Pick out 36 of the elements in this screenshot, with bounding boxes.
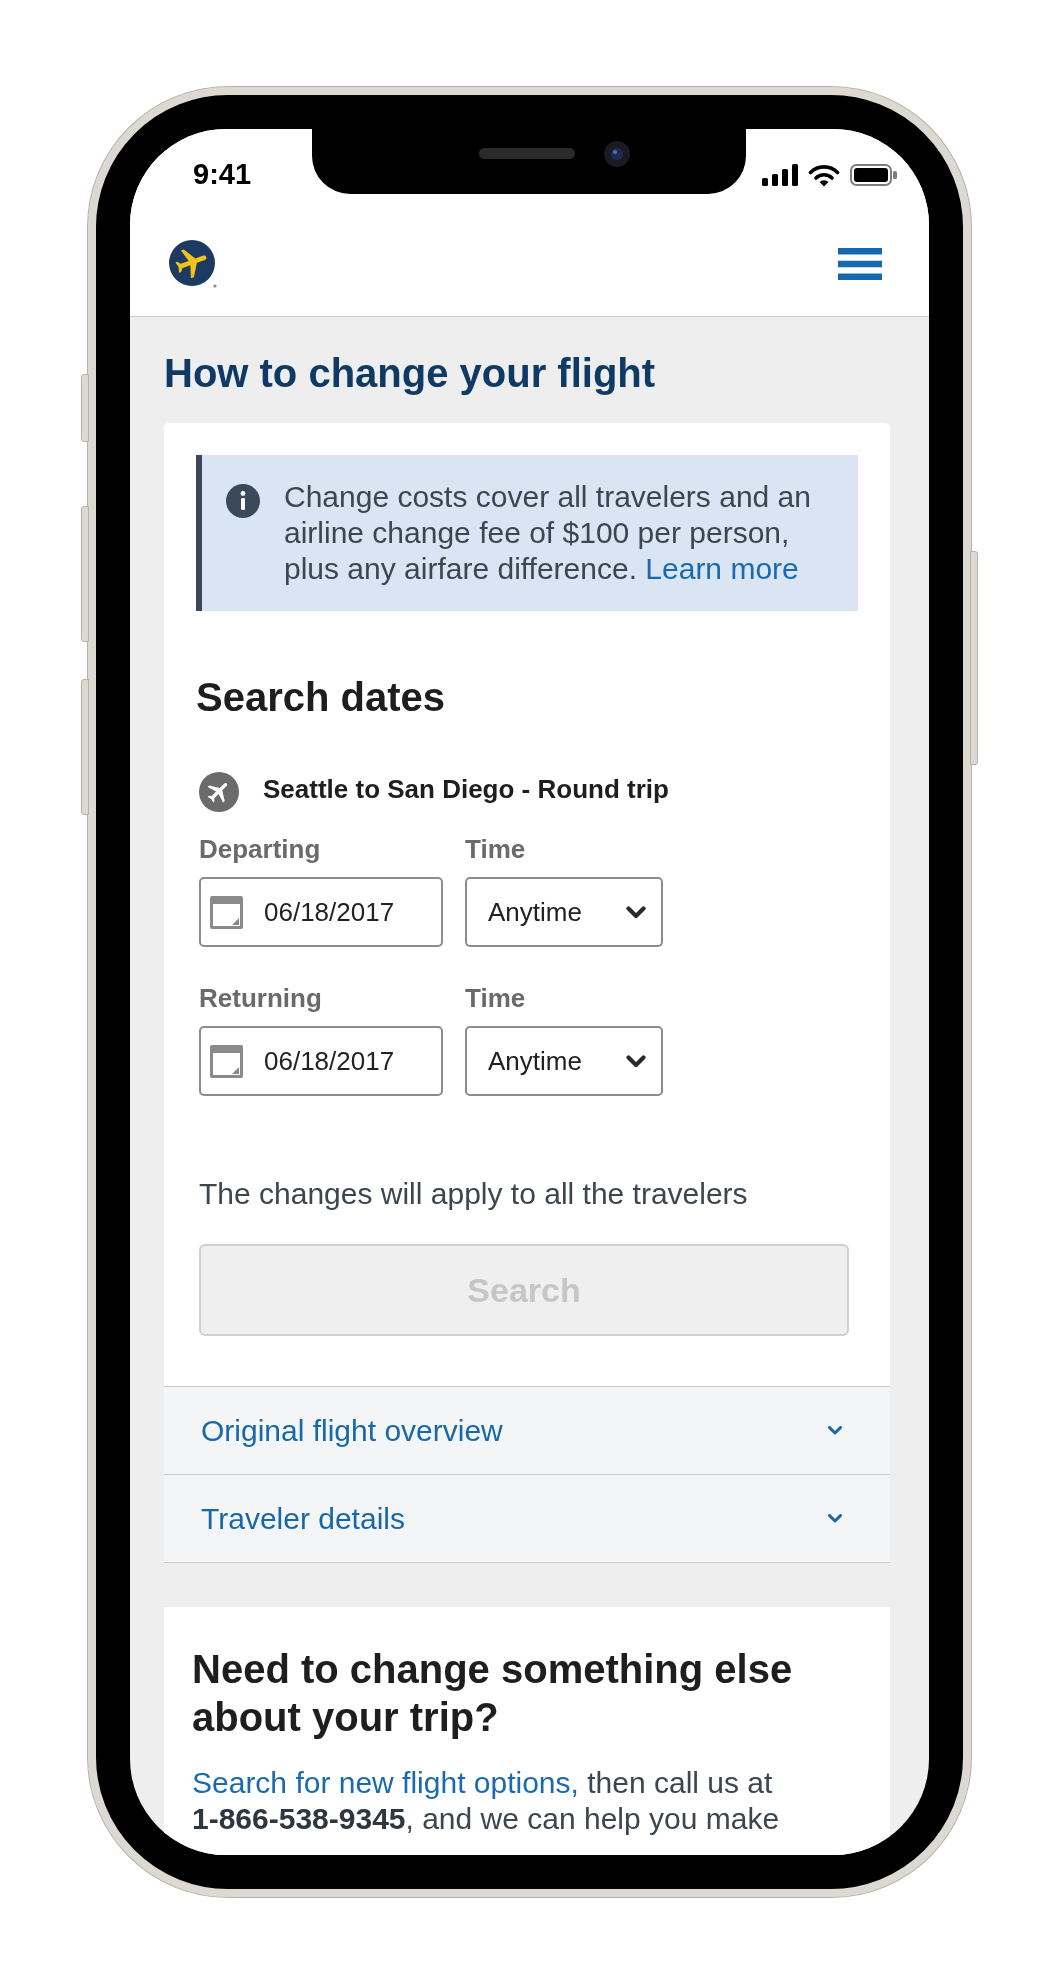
field-label: Departing bbox=[199, 834, 322, 864]
page-title: How to change your flight bbox=[164, 350, 657, 397]
trip-summary: Seattle to San Diego - Round trip bbox=[263, 773, 669, 805]
side-button[interactable] bbox=[81, 679, 89, 815]
date-field[interactable]: 06/18/2017 bbox=[199, 877, 443, 947]
help-heading: Need to change something else about your trip? bbox=[192, 1646, 794, 1741]
side-button[interactable] bbox=[81, 374, 89, 442]
signal-icon bbox=[762, 164, 798, 186]
time-select[interactable]: Anytime bbox=[465, 1026, 663, 1096]
chevron-down-icon bbox=[626, 1054, 646, 1068]
travelers-note: The changes will apply to all the travelers bbox=[199, 1176, 749, 1212]
camera-icon bbox=[604, 141, 630, 167]
chevron-down-icon bbox=[626, 905, 646, 919]
time-select[interactable]: Anytime bbox=[465, 877, 663, 947]
side-button[interactable] bbox=[970, 551, 978, 765]
field-label: Time bbox=[465, 834, 527, 864]
new-flight-search-link[interactable]: Search for new flight options, bbox=[192, 1766, 579, 1799]
section-toggle[interactable]: Original flight overview bbox=[164, 1386, 890, 1474]
calendar-icon bbox=[210, 1044, 243, 1078]
plane-logo-icon bbox=[168, 238, 218, 289]
section-toggle[interactable]: Traveler details bbox=[164, 1474, 890, 1563]
field-label: Time bbox=[465, 983, 527, 1013]
section-heading: Search dates bbox=[196, 674, 447, 721]
airplane-icon bbox=[199, 772, 239, 812]
battery-icon bbox=[850, 164, 897, 186]
help-text: Search for new flight options, then call us at 1-866-538-9345, and we can help you make bbox=[192, 1765, 781, 1837]
date-field[interactable]: 06/18/2017 bbox=[199, 1026, 443, 1096]
status-time: 9:41 bbox=[193, 157, 252, 193]
menu-icon[interactable] bbox=[838, 247, 882, 280]
learn-more-link[interactable]: Learn more bbox=[645, 552, 799, 585]
field-label: Returning bbox=[199, 983, 323, 1013]
calendar-icon bbox=[210, 895, 243, 929]
side-button[interactable] bbox=[81, 506, 89, 642]
info-message: Change costs cover all travelers and an airline change fee of $100 per person, plus any airfare difference. Learn more bbox=[284, 479, 812, 587]
info-icon bbox=[226, 484, 260, 518]
wifi-icon bbox=[808, 163, 840, 187]
